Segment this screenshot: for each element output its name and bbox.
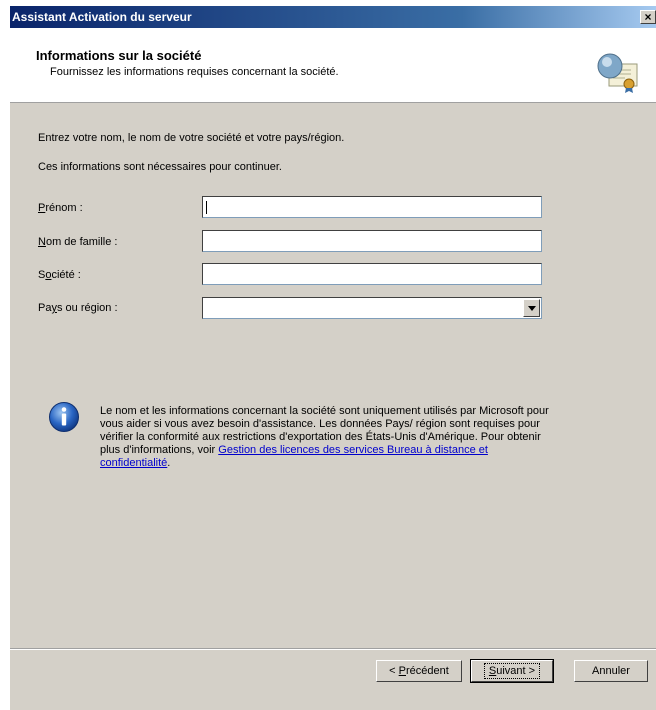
certificate-icon [597, 53, 638, 93]
intro-line-1: Entrez votre nom, le nom de votre sociét… [38, 132, 345, 144]
company-field[interactable] [202, 263, 542, 285]
last-name-label: Nom de famille : [38, 236, 117, 248]
next-button[interactable]: Suivant > [470, 659, 554, 683]
footer-divider [10, 648, 656, 650]
back-mnemonic: P [398, 665, 406, 677]
first-name-label: Prénom : [38, 202, 83, 214]
first-name-field[interactable] [202, 196, 542, 218]
back-button[interactable]: < Précédent [376, 660, 462, 682]
chevron-down-icon[interactable] [523, 299, 540, 317]
info-end: . [167, 457, 171, 469]
wizard-header: Informations sur la société Fournissez l… [10, 28, 656, 103]
intro-line-2: Ces informations sont nécessaires pour c… [38, 161, 282, 173]
next-focus: Suivant > [483, 663, 541, 679]
cancel-button[interactable]: Annuler [574, 660, 648, 682]
window-title: Assistant Activation du serveur [12, 10, 192, 24]
company-label-text: ciété : [51, 269, 81, 281]
info-paragraph: Le nom et les informations concernant la… [100, 405, 550, 470]
back-label: récédent [406, 665, 449, 677]
close-icon: × [644, 10, 652, 24]
first-name-label-text: rénom : [45, 202, 83, 214]
text-caret [206, 201, 207, 214]
close-button[interactable]: × [640, 10, 656, 24]
page-subtitle: Fournissez les informations requises con… [50, 66, 339, 78]
country-label: Pays ou région : [38, 302, 118, 314]
title-bar[interactable]: Assistant Activation du serveur × [10, 6, 656, 28]
last-name-label-text: om de famille : [45, 236, 118, 248]
page-title: Informations sur la société [36, 48, 202, 63]
wizard-window: Assistant Activation du serveur × Inform… [10, 6, 656, 710]
country-label-text: s ou région : [56, 302, 118, 314]
country-label-pre: Pa [38, 302, 52, 314]
back-prefix: < [389, 665, 399, 677]
last-name-field[interactable] [202, 230, 542, 252]
wizard-content: Entrez votre nom, le nom de votre sociét… [10, 103, 656, 643]
info-icon [49, 402, 79, 432]
country-select[interactable] [202, 297, 542, 319]
last-name-mnemonic: N [38, 236, 46, 248]
next-label: uivant > [496, 665, 536, 677]
company-label: Société : [38, 269, 81, 281]
